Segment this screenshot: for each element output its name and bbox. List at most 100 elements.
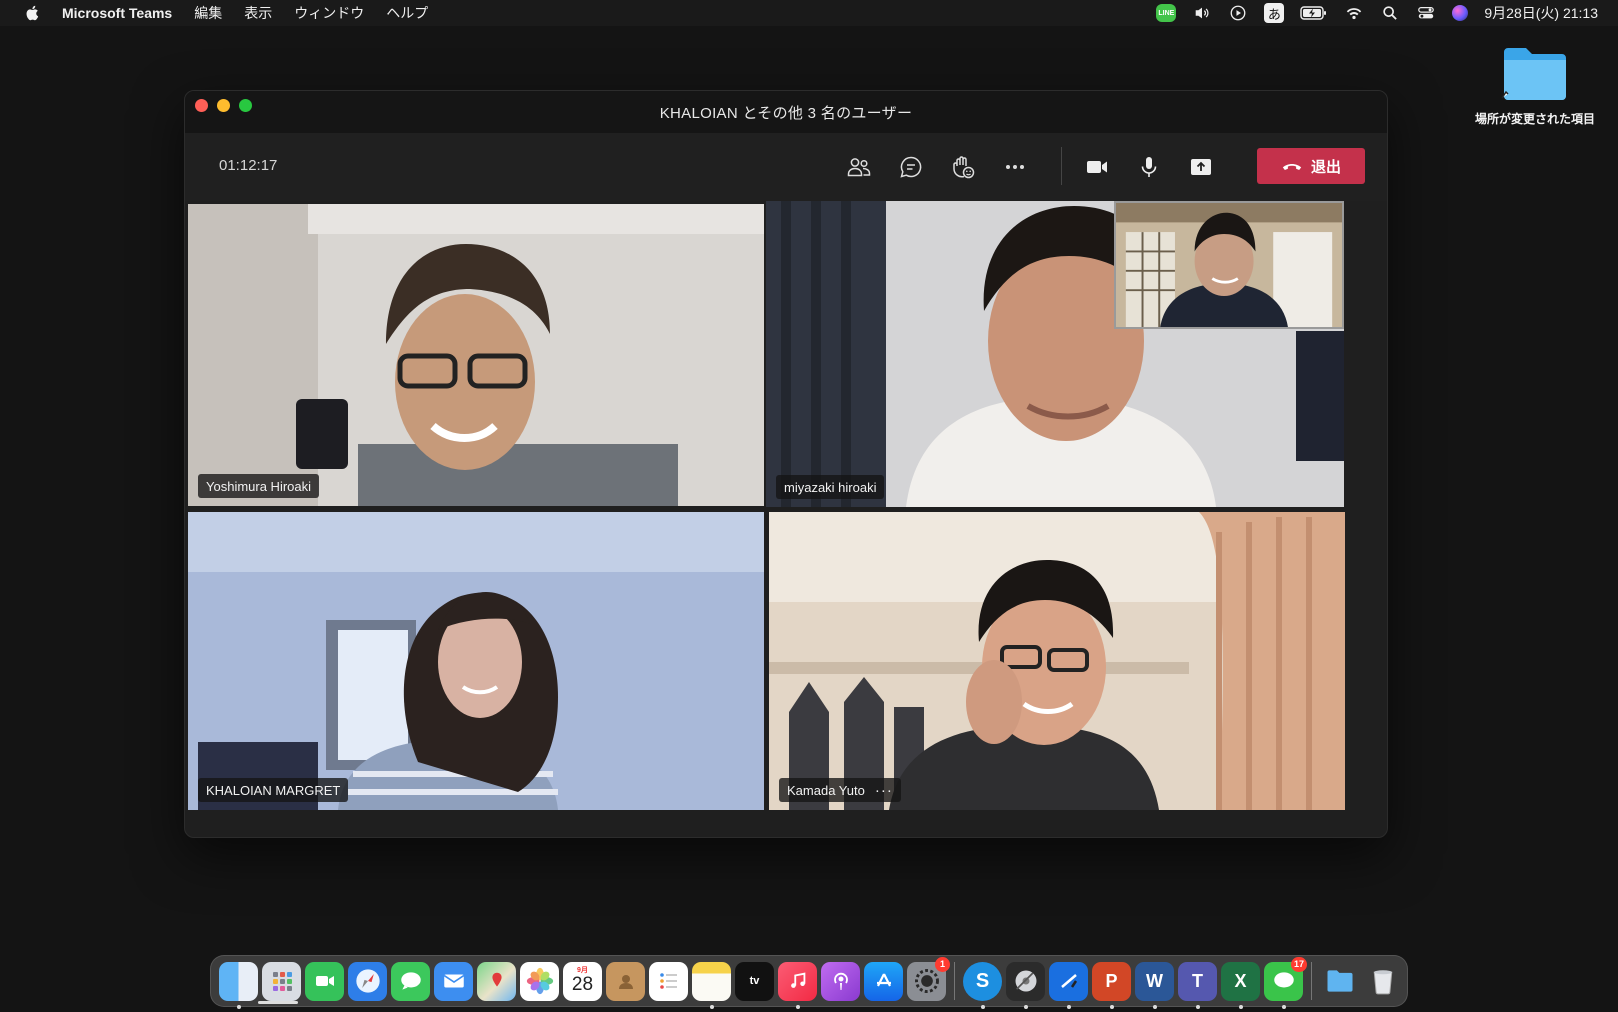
share-tray-icon <box>1191 159 1211 175</box>
spotlight-icon[interactable] <box>1380 3 1400 23</box>
menu-bar: Microsoft Teams 編集 表示 ウィンドウ ヘルプ LINE あ 9… <box>0 0 1618 26</box>
launchpad-icon[interactable] <box>262 961 301 1001</box>
disk-utility-icon[interactable] <box>1006 961 1045 1009</box>
line-app-icon[interactable]: 17 <box>1264 956 1307 1009</box>
video-tile-yoshimura[interactable]: Yoshimura Hiroaki <box>188 204 764 506</box>
dock: 9月 28 tv 1 S P W T X 17 <box>210 955 1408 1009</box>
wifi-icon[interactable] <box>1344 3 1364 23</box>
app-store-icon[interactable] <box>864 961 903 1001</box>
microphone-button[interactable] <box>1129 147 1169 187</box>
reminders-icon[interactable] <box>649 961 688 1001</box>
dock-separator <box>1311 962 1312 1000</box>
photos-icon[interactable] <box>520 961 559 1001</box>
reactions-button[interactable] <box>943 147 983 187</box>
system-preferences-badge: 1 <box>935 956 950 972</box>
battery-icon[interactable] <box>1300 3 1328 23</box>
window-controls <box>195 99 252 112</box>
dock-separator <box>954 962 955 1000</box>
raise-hand-icon <box>953 156 975 179</box>
share-screen-button[interactable] <box>1181 147 1221 187</box>
menu-edit[interactable]: 編集 <box>194 3 222 23</box>
desktop-folder[interactable]: 場所が変更された項目 <box>1460 44 1610 127</box>
xcode-icon[interactable] <box>1049 961 1088 1009</box>
participant-video <box>188 512 764 810</box>
skype-letter: S <box>975 969 990 992</box>
participant-name-tag: Yoshimura Hiroaki <box>198 474 320 498</box>
meeting-timer: 01:12:17 <box>219 157 278 174</box>
menu-window[interactable]: ウィンドウ <box>294 3 364 23</box>
contacts-icon[interactable] <box>606 961 645 1001</box>
play-icon[interactable] <box>1228 3 1248 23</box>
video-tile-khaloian[interactable]: KHALOIAN MARGRET <box>188 512 764 810</box>
maximize-window-button[interactable] <box>239 99 252 112</box>
self-view-video <box>1116 203 1342 327</box>
control-center-icon[interactable] <box>1416 3 1436 23</box>
system-preferences-icon[interactable]: 1 <box>907 956 950 1001</box>
line-badge: 17 <box>1290 956 1307 972</box>
participant-video <box>188 204 764 506</box>
siri-icon[interactable] <box>1452 5 1469 21</box>
folder-icon <box>1500 44 1570 102</box>
more-icon <box>1006 165 1024 169</box>
teams-meeting-window: KHALOIAN とその他 3 名のユーザー 01:12:17 退出 Yoshi… <box>184 90 1388 838</box>
participant-name: Kamada Yuto <box>787 782 865 798</box>
more-actions-button[interactable] <box>995 147 1035 187</box>
app-menu[interactable]: Microsoft Teams <box>62 5 172 21</box>
participant-name: miyazaki hiroaki <box>784 479 877 495</box>
participant-name: Yoshimura Hiroaki <box>206 478 312 494</box>
line-icon[interactable]: LINE <box>1156 4 1177 22</box>
music-icon[interactable] <box>778 961 817 1009</box>
tv-label: tv <box>749 975 760 987</box>
excel-icon[interactable]: X <box>1221 961 1260 1009</box>
camera-button[interactable] <box>1077 147 1117 187</box>
finder-icon[interactable] <box>219 961 258 1009</box>
menu-view[interactable]: 表示 <box>244 3 272 23</box>
people-icon <box>847 158 871 177</box>
self-view-preview[interactable] <box>1114 201 1344 329</box>
dock-active-indicator <box>258 1001 298 1004</box>
video-tile-miyazaki[interactable]: miyazaki hiroaki <box>766 201 1344 507</box>
maps-icon[interactable] <box>477 961 516 1001</box>
close-window-button[interactable] <box>195 99 208 112</box>
downloads-folder-icon[interactable] <box>1320 962 1359 1001</box>
minimize-window-button[interactable] <box>217 99 230 112</box>
messages-icon[interactable] <box>391 961 430 1001</box>
teams-icon[interactable]: T <box>1178 961 1217 1009</box>
notes-icon[interactable] <box>692 961 731 1009</box>
teams-letter: T <box>1192 970 1203 991</box>
hang-up-icon <box>1282 163 1302 170</box>
participant-name-tag: Kamada Yuto ··· <box>779 778 901 802</box>
skype-icon[interactable]: S <box>963 961 1002 1009</box>
calendar-day: 28 <box>571 974 594 995</box>
powerpoint-letter: P <box>1105 970 1118 991</box>
participant-more-options[interactable]: ··· <box>875 783 893 798</box>
window-title: KHALOIAN とその他 3 名のユーザー <box>659 104 913 122</box>
apple-menu-icon[interactable] <box>24 4 42 22</box>
chat-button[interactable] <box>891 147 931 187</box>
podcasts-icon[interactable] <box>821 961 860 1001</box>
word-icon[interactable]: W <box>1135 961 1174 1009</box>
video-camera-icon <box>1087 161 1107 173</box>
toolbar-divider <box>1061 147 1062 185</box>
title-bar[interactable]: KHALOIAN とその他 3 名のユーザー <box>185 91 1387 133</box>
mail-icon[interactable] <box>434 961 473 1001</box>
powerpoint-icon[interactable]: P <box>1092 961 1131 1009</box>
participant-name-tag: miyazaki hiroaki <box>776 475 885 499</box>
menu-clock[interactable]: 9月28日(火) 21:13 <box>1484 3 1598 23</box>
input-method-icon[interactable]: あ <box>1264 3 1285 23</box>
tv-icon[interactable]: tv <box>735 961 774 1001</box>
chat-icon <box>900 156 922 178</box>
leave-button[interactable]: 退出 <box>1257 148 1365 184</box>
facetime-icon[interactable] <box>305 961 344 1001</box>
participants-button[interactable] <box>839 147 879 187</box>
meeting-toolbar: 01:12:17 退出 <box>185 133 1387 201</box>
participant-name-tag: KHALOIAN MARGRET <box>198 778 349 802</box>
volume-icon[interactable] <box>1192 3 1212 23</box>
folder-label: 場所が変更された項目 <box>1474 112 1595 126</box>
safari-icon[interactable] <box>348 961 387 1001</box>
leave-label: 退出 <box>1310 158 1341 176</box>
video-tile-kamada[interactable]: Kamada Yuto ··· <box>769 512 1345 810</box>
menu-help[interactable]: ヘルプ <box>386 3 428 23</box>
calendar-icon[interactable]: 9月 28 <box>563 961 602 1001</box>
trash-icon[interactable] <box>1363 962 1402 1001</box>
